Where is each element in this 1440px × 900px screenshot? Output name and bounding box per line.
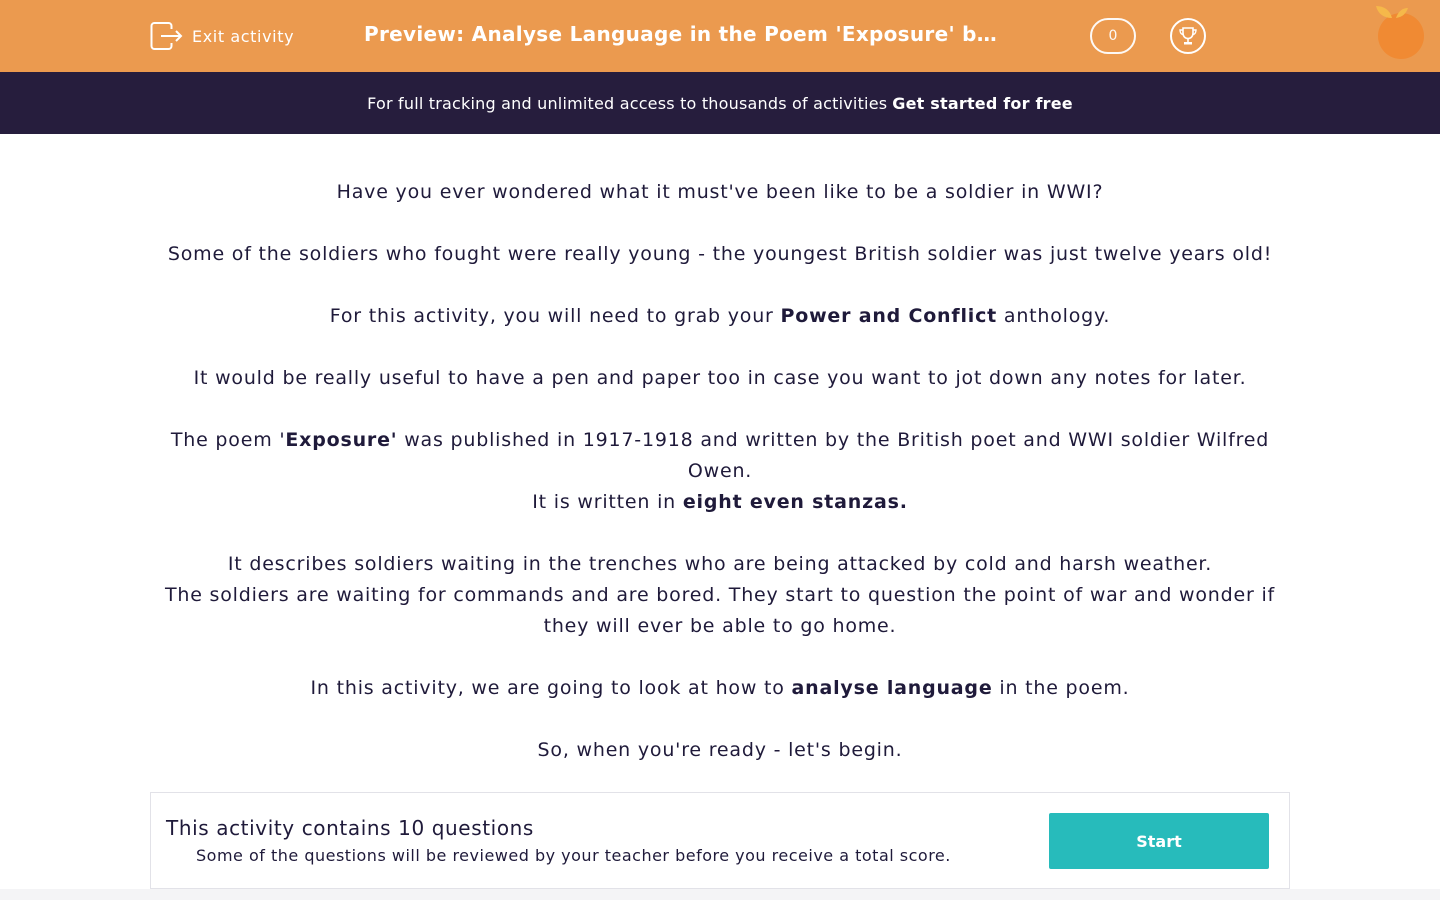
page-title: Preview: Analyse Language in the Poem 'E… [364,22,1004,46]
intro-paragraph: The poem 'Exposure' was published in 191… [150,425,1290,487]
intro-text: So, when you're ready - let's begin. [537,739,903,761]
intro-text: It would be really useful to have a pen … [193,367,1247,389]
intro-paragraph: It is written in eight even stanzas. [150,487,1290,518]
intro-paragraph: For this activity, you will need to grab… [150,301,1290,332]
intro-text: in the poem. [992,677,1130,699]
intro-paragraph: It would be really useful to have a pen … [150,363,1290,394]
anthology-name: Power and Conflict [780,305,998,327]
intro-paragraph: Have you ever wondered what it must've b… [150,177,1290,208]
intro-text: It describes soldiers waiting in the tre… [227,553,1213,575]
review-note: Some of the questions will be reviewed b… [196,846,951,865]
intro-text: For this activity, you will need to grab… [329,305,781,327]
analyse-language-keyword: analyse language [791,677,993,699]
intro-paragraph: Some of the soldiers who fought were rea… [150,239,1290,270]
bottom-strip [0,889,1440,900]
intro-paragraph: In this activity, we are going to look a… [150,673,1290,704]
intro-text: Have you ever wondered what it must've b… [336,181,1104,203]
score-badge: 0 [1090,18,1136,54]
intro-text: Some of the soldiers who fought were rea… [167,243,1273,265]
intro-text: anthology. [997,305,1111,327]
exit-icon [150,22,183,50]
intro-text: The poem ' [170,429,286,451]
orange-logo[interactable] [1374,4,1430,60]
stanza-structure: eight even stanzas. [682,491,908,513]
intro-paragraph: The soldiers are waiting for commands an… [150,580,1290,642]
intro-text: The soldiers are waiting for commands an… [164,584,1276,637]
promo-text: For full tracking and unlimited access t… [367,93,888,113]
poem-name: Exposure' [285,429,398,451]
get-started-link[interactable]: Get started for free [892,94,1073,113]
top-header: Exit activity Preview: Analyse Language … [0,0,1440,72]
intro-text: In this activity, we are going to look a… [310,677,792,699]
intro-paragraph: It describes soldiers waiting in the tre… [150,549,1290,580]
trophy-icon [1179,27,1197,45]
question-count: This activity contains 10 questions [166,816,534,840]
exit-activity-button[interactable]: Exit activity [150,21,294,51]
intro-paragraph: So, when you're ready - let's begin. [150,735,1290,766]
intro-text: was published in 1917-1918 and written b… [397,429,1270,482]
exit-activity-label: Exit activity [192,26,295,46]
promo-banner: For full tracking and unlimited access t… [0,72,1440,134]
activity-introduction: Have you ever wondered what it must've b… [150,177,1290,766]
intro-text: It is written in [532,491,683,513]
trophy-button[interactable] [1170,18,1206,54]
start-button[interactable]: Start [1049,813,1269,869]
activity-footer: This activity contains 10 questions Some… [150,792,1290,889]
